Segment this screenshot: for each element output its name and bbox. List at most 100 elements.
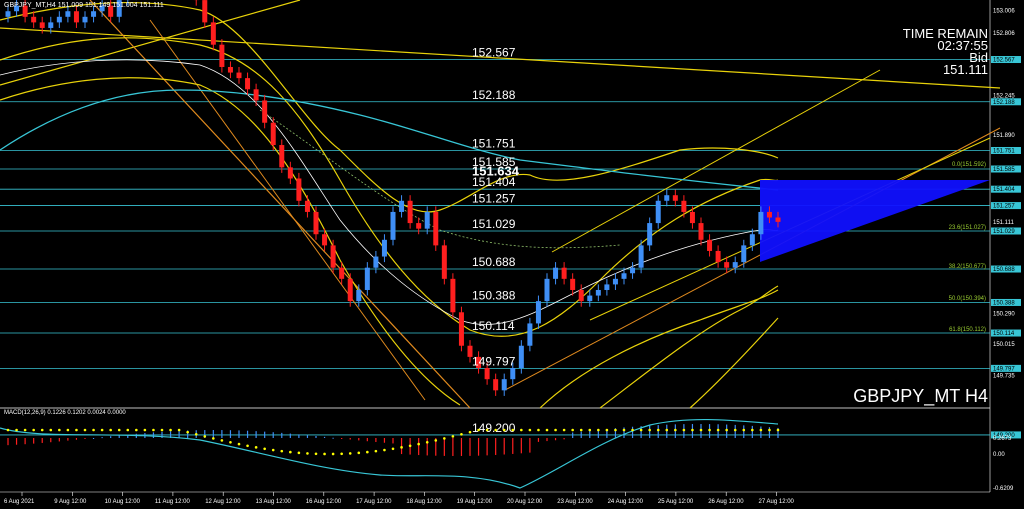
macd-signal-dot — [408, 444, 412, 448]
macd-signal-dot — [520, 428, 523, 432]
level-label: 151.257 — [472, 192, 516, 206]
macd-signal-dot — [280, 449, 284, 453]
price-chart[interactable]: 153.325152.567152.188151.751151.585151.6… — [0, 0, 1024, 509]
x-axis-label: 12 Aug 12:00 — [205, 499, 241, 505]
macd-histogram-bar — [469, 438, 471, 456]
candle-body — [553, 267, 559, 279]
macd-signal-dot — [152, 428, 155, 432]
macd-histogram-bar — [452, 438, 454, 456]
candle-body — [219, 44, 225, 67]
macd-signal-dot — [759, 428, 763, 432]
macd-signal-dot — [32, 428, 35, 432]
fib-label: 61.8(150.112) — [949, 327, 986, 333]
macd-signal-dot — [75, 428, 78, 432]
level-label: 150.114 — [472, 319, 515, 333]
axis-tick-label: 151.111 — [993, 220, 1014, 226]
macd-signal-dot — [751, 428, 754, 432]
macd-signal-dot — [725, 428, 728, 432]
macd-signal-dot — [434, 439, 438, 442]
candle-body — [749, 234, 755, 246]
macd-histogram-bar — [50, 438, 52, 443]
candle-body — [689, 211, 695, 224]
macd-signal-dot — [66, 428, 70, 432]
x-axis-label: 10 Aug 12:00 — [105, 499, 141, 505]
x-axis-label: 9 Aug 12:00 — [54, 499, 87, 505]
candle-body — [296, 178, 302, 201]
macd-histogram-bar — [255, 431, 257, 438]
macd-signal-dot — [733, 428, 737, 432]
chart-header: GBPJPY_MT,H4 151.009 151.149 151.004 151… — [4, 2, 164, 9]
macd-signal-dot — [742, 428, 746, 432]
macd-signal-dot — [246, 444, 249, 448]
candle-body — [518, 345, 524, 369]
axis-badge-label: 151.257 — [993, 204, 1015, 210]
macd-tick-label: 0.2673 — [993, 436, 1012, 442]
candle-body — [664, 195, 670, 201]
macd-signal-dot — [648, 428, 651, 432]
candle-body — [715, 250, 721, 263]
macd-histogram-bar — [75, 438, 78, 440]
macd-signal-dot — [177, 428, 181, 432]
x-axis-label: 19 Aug 12:00 — [457, 499, 493, 505]
macd-histogram-bar — [349, 438, 351, 440]
macd-histogram-bar — [572, 432, 574, 438]
macd-tick-label: 0.00 — [993, 452, 1005, 458]
macd-signal-dot — [92, 428, 95, 432]
candle-body — [236, 72, 242, 79]
candle-body — [56, 16, 62, 23]
macd-signal-dot — [374, 449, 378, 453]
x-axis-label: 18 Aug 12:00 — [406, 499, 442, 505]
macd-signal-dot — [562, 428, 566, 432]
fib-label: 50.0(150.394) — [949, 296, 986, 302]
macd-signal-dot — [186, 430, 189, 434]
macd-signal-dot — [494, 428, 497, 432]
macd-signal-dot — [511, 428, 515, 432]
macd-signal-dot — [366, 450, 369, 454]
macd-histogram-bar — [554, 438, 557, 441]
macd-signal-dot — [716, 428, 720, 432]
macd-signal-dot — [126, 428, 130, 432]
macd-histogram-bar — [760, 426, 762, 438]
candle-body — [672, 195, 678, 201]
axis-badge-label: 151.751 — [993, 148, 1015, 154]
macd-histogram-bar — [400, 438, 403, 455]
macd-signal-dot — [254, 446, 258, 449]
level-label: 151.029 — [472, 217, 516, 231]
macd-signal-dot — [100, 428, 104, 432]
macd-histogram-bar — [15, 438, 18, 445]
candle-body — [322, 234, 328, 246]
macd-signal-dot — [468, 430, 472, 434]
candle-body — [399, 200, 405, 212]
macd-histogram-bar — [503, 438, 505, 455]
macd-histogram-bar — [24, 438, 26, 445]
x-axis-label: 13 Aug 12:00 — [256, 499, 292, 505]
macd-signal-dot — [220, 439, 224, 442]
level-label: 152.188 — [472, 88, 516, 102]
candle-body — [458, 312, 464, 346]
candle-body — [313, 211, 319, 235]
macd-histogram-bar — [101, 437, 103, 439]
axis-badge-label: 151.029 — [993, 229, 1015, 235]
candle-body — [587, 295, 593, 302]
macd-histogram-bar — [58, 438, 60, 442]
candle-body — [501, 379, 507, 391]
macd-signal-dot — [768, 428, 771, 432]
candle-body — [407, 200, 413, 224]
macd-histogram-bar — [589, 430, 591, 438]
macd-signal-dot — [212, 437, 215, 440]
candle-body — [535, 301, 541, 324]
axis-tick-label: 150.290 — [993, 311, 1015, 317]
candle-body — [595, 289, 601, 296]
macd-histogram-bar — [238, 430, 240, 438]
macd-signal-dot — [588, 428, 592, 432]
macd-signal-dot — [443, 437, 446, 440]
level-label: 151.404 — [472, 175, 516, 189]
macd-histogram-bar — [383, 438, 386, 443]
candle-body — [390, 211, 396, 240]
macd-signal-dot — [545, 428, 549, 432]
macd-signal-dot — [160, 428, 164, 432]
axis-tick-label: 151.890 — [993, 133, 1015, 139]
macd-signal-dot — [203, 435, 207, 438]
macd-histogram-bar — [221, 430, 223, 438]
candle-body — [82, 16, 88, 23]
